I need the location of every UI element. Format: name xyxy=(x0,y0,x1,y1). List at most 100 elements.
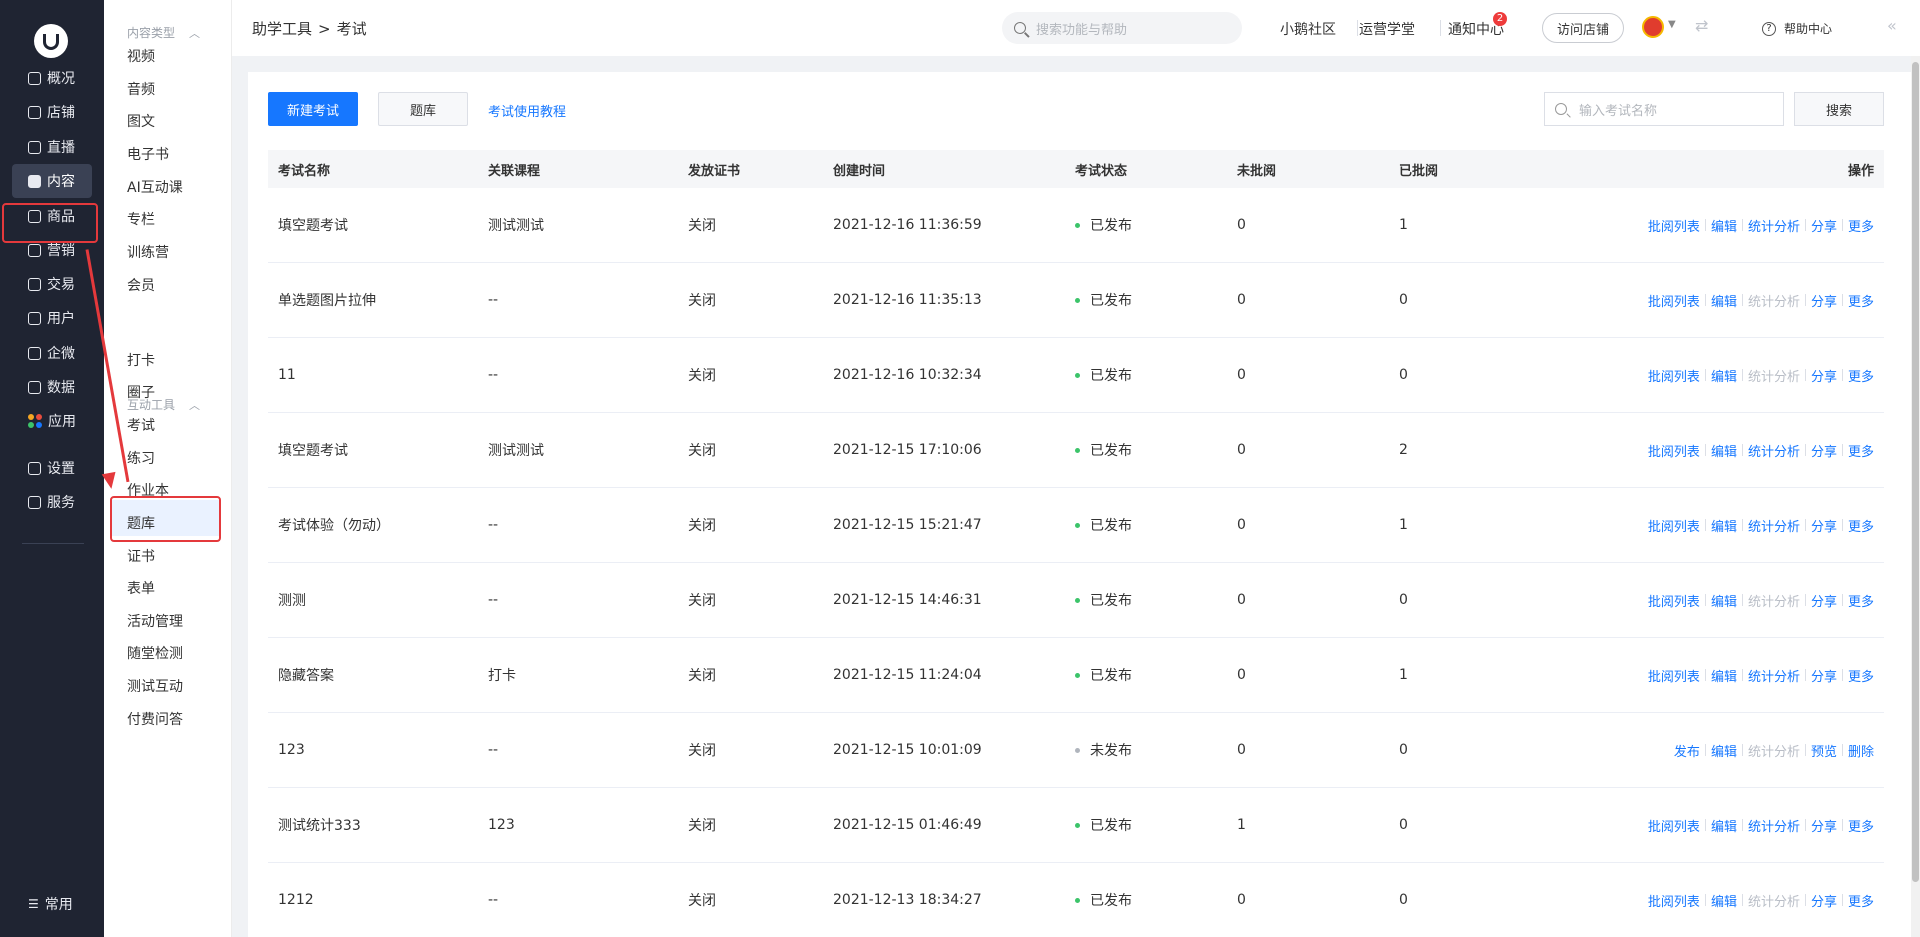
search-button[interactable]: 搜索 xyxy=(1794,92,1884,126)
scrollbar-thumb[interactable] xyxy=(1912,62,1919,882)
submenu-item[interactable]: 会员 xyxy=(127,275,155,295)
question-bank-button[interactable]: 题库 xyxy=(378,92,468,126)
action-link[interactable]: 批阅列表 xyxy=(1648,591,1700,610)
submenu-item[interactable]: 打卡 xyxy=(127,350,155,370)
action-link[interactable]: 删除 xyxy=(1848,741,1874,760)
submenu-item[interactable]: 训练营 xyxy=(127,242,169,262)
visit-store-button[interactable]: 访问店铺 xyxy=(1542,13,1624,43)
nav-item-user[interactable]: 用户 xyxy=(12,301,92,335)
submenu-item[interactable]: AI互动课 xyxy=(127,177,183,197)
submenu-item[interactable]: 电子书 xyxy=(127,144,169,164)
submenu-item[interactable]: 视频 xyxy=(127,46,155,66)
action-link[interactable]: 批阅列表 xyxy=(1648,366,1700,385)
action-link[interactable]: 更多 xyxy=(1848,666,1874,685)
action-link[interactable]: 批阅列表 xyxy=(1648,441,1700,460)
caret-down-icon[interactable]: ▼ xyxy=(1668,19,1676,30)
action-link[interactable]: 分享 xyxy=(1811,516,1837,535)
switch-icon[interactable]: ⇄ xyxy=(1695,16,1708,35)
nav-item-settings[interactable]: 设置 xyxy=(12,451,92,485)
action-link[interactable]: 批阅列表 xyxy=(1648,516,1700,535)
action-link[interactable]: 更多 xyxy=(1848,591,1874,610)
nav-item-common[interactable]: ☰ 常用 xyxy=(12,887,92,921)
action-link[interactable]: 更多 xyxy=(1848,891,1874,910)
submenu-item[interactable]: 表单 xyxy=(127,578,155,598)
action-link[interactable]: 编辑 xyxy=(1711,516,1737,535)
action-link[interactable]: 更多 xyxy=(1848,216,1874,235)
action-link[interactable]: 统计分析 xyxy=(1748,516,1800,535)
action-link[interactable]: 批阅列表 xyxy=(1648,666,1700,685)
action-link[interactable]: 更多 xyxy=(1848,516,1874,535)
action-link[interactable]: 统计分析 xyxy=(1748,891,1800,910)
submenu-item[interactable]: 练习 xyxy=(127,448,155,468)
action-link[interactable]: 统计分析 xyxy=(1748,366,1800,385)
action-link[interactable]: 统计分析 xyxy=(1748,741,1800,760)
help-center-link[interactable]: ? 帮助中心 xyxy=(1762,20,1832,37)
action-link[interactable]: 编辑 xyxy=(1711,816,1737,835)
nav-item-service[interactable]: 服务 xyxy=(12,485,92,519)
action-link[interactable]: 编辑 xyxy=(1711,891,1737,910)
action-link[interactable]: 编辑 xyxy=(1711,741,1737,760)
academy-link[interactable]: 运营学堂 xyxy=(1359,19,1415,39)
action-link[interactable]: 统计分析 xyxy=(1748,816,1800,835)
submenu-item[interactable]: 活动管理 xyxy=(127,611,183,631)
header-reviewed: 已批阅 xyxy=(1399,163,1439,179)
action-link[interactable]: 统计分析 xyxy=(1748,291,1800,310)
action-link[interactable]: 更多 xyxy=(1848,366,1874,385)
action-link[interactable]: 编辑 xyxy=(1711,591,1737,610)
action-link[interactable]: 编辑 xyxy=(1711,366,1737,385)
action-link[interactable]: 更多 xyxy=(1848,816,1874,835)
nav-item-apps[interactable]: 应用 xyxy=(12,404,92,438)
action-link[interactable]: 分享 xyxy=(1811,366,1837,385)
action-link[interactable]: 统计分析 xyxy=(1748,216,1800,235)
nav-item-content[interactable]: 内容 xyxy=(12,164,92,198)
collapse-icon[interactable]: « xyxy=(1887,16,1897,35)
exam-search-input[interactable]: 输入考试名称 xyxy=(1544,92,1784,126)
nav-item-wecom[interactable]: 企微 xyxy=(12,336,92,370)
action-link[interactable]: 编辑 xyxy=(1711,441,1737,460)
action-link[interactable]: 统计分析 xyxy=(1748,666,1800,685)
action-link[interactable]: 更多 xyxy=(1848,441,1874,460)
action-link[interactable]: 分享 xyxy=(1811,891,1837,910)
submenu-item[interactable]: 随堂检测 xyxy=(127,643,183,663)
action-link[interactable]: 统计分析 xyxy=(1748,441,1800,460)
nav-item-overview[interactable]: 概况 xyxy=(12,61,92,95)
action-link[interactable]: 分享 xyxy=(1811,666,1837,685)
app-logo-icon[interactable] xyxy=(34,24,68,58)
submenu-item[interactable]: 图文 xyxy=(127,111,155,131)
nav-item-store[interactable]: 店铺 xyxy=(12,95,92,129)
action-link[interactable]: 分享 xyxy=(1811,591,1837,610)
submenu-item[interactable]: 音频 xyxy=(127,79,155,99)
action-link[interactable]: 分享 xyxy=(1811,216,1837,235)
nav-item-trade[interactable]: 交易 xyxy=(12,267,92,301)
action-link[interactable]: 批阅列表 xyxy=(1648,891,1700,910)
action-link[interactable]: 批阅列表 xyxy=(1648,816,1700,835)
new-exam-button[interactable]: 新建考试 xyxy=(268,92,358,126)
action-link[interactable]: 分享 xyxy=(1811,816,1837,835)
global-search-input[interactable]: 搜索功能与帮助 xyxy=(1002,12,1242,44)
scrollbar[interactable] xyxy=(1911,56,1920,937)
submenu-item[interactable]: 付费问答 xyxy=(127,709,183,729)
action-link[interactable]: 发布 xyxy=(1674,741,1700,760)
action-link[interactable]: 编辑 xyxy=(1711,291,1737,310)
action-link[interactable]: 分享 xyxy=(1811,441,1837,460)
community-link[interactable]: 小鹅社区 xyxy=(1280,19,1336,39)
action-link[interactable]: 分享 xyxy=(1811,291,1837,310)
action-link[interactable]: 编辑 xyxy=(1711,666,1737,685)
submenu-item[interactable]: 测试互动 xyxy=(127,676,183,696)
nav-item-live[interactable]: 直播 xyxy=(12,130,92,164)
tutorial-link[interactable]: 考试使用教程 xyxy=(488,101,566,120)
submenu-item[interactable]: 圈子 xyxy=(127,382,155,402)
nav-item-data[interactable]: 数据 xyxy=(12,370,92,404)
breadcrumb-parent[interactable]: 助学工具 xyxy=(252,20,312,38)
submenu-item[interactable]: 专栏 xyxy=(127,209,155,229)
submenu-item[interactable]: 证书 xyxy=(127,546,155,566)
action-link[interactable]: 编辑 xyxy=(1711,216,1737,235)
menu-group-content-types[interactable]: 内容类型 ︿ xyxy=(127,24,200,41)
action-link[interactable]: 批阅列表 xyxy=(1648,291,1700,310)
action-link[interactable]: 更多 xyxy=(1848,291,1874,310)
action-link[interactable]: 预览 xyxy=(1811,741,1837,760)
submenu-item-exam-active[interactable]: 考试 xyxy=(127,415,155,435)
avatar[interactable] xyxy=(1642,16,1664,38)
action-link[interactable]: 批阅列表 xyxy=(1648,216,1700,235)
action-link[interactable]: 统计分析 xyxy=(1748,591,1800,610)
